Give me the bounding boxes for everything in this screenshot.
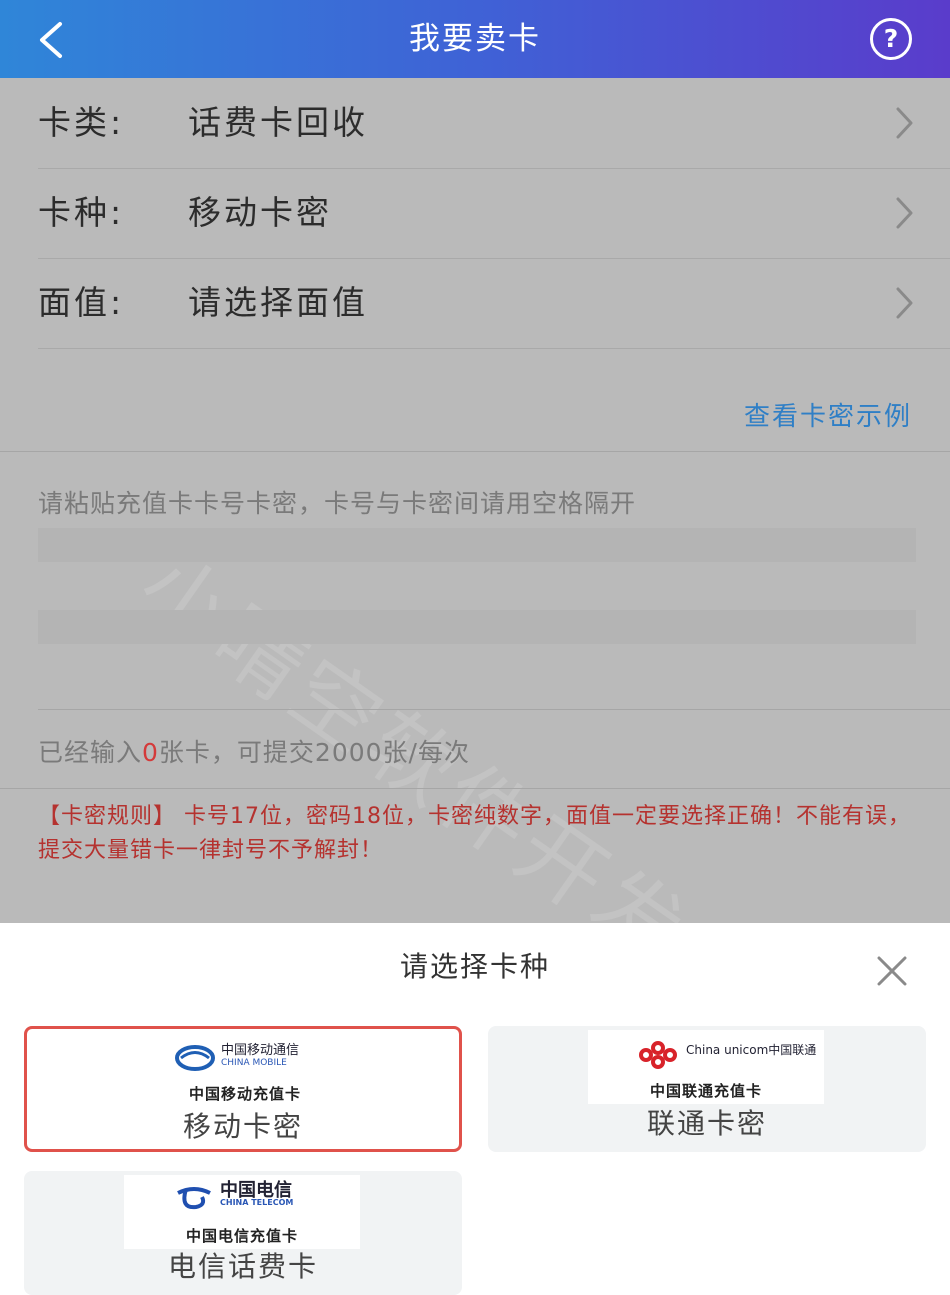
count-value: 0 [142,738,159,767]
card-type-row[interactable]: 卡种: 移动卡密 [38,168,950,259]
face-value-label: 面值: [38,283,125,322]
card-category-row[interactable]: 卡类: 话费卡回收 [38,78,950,169]
china-unicom-logo-icon [639,1041,677,1069]
help-icon[interactable]: ? [870,18,912,60]
chevron-right-icon [896,287,913,319]
face-value-value: 请选择面值 [188,283,368,322]
app-header: 我要卖卡 ? [0,0,950,78]
card-caption: 中国电信充值卡 [185,1227,298,1245]
card-rules-notice: 【卡密规则】 卡号17位，密码18位，卡密纯数字，面值一定要选择正确！不能有误，… [38,804,911,863]
chevron-right-icon [896,107,913,139]
card-type-picker-sheet: 请选择卡种 中国移动通信 CHINA MOBILE 中国移动充值卡 移动卡密 C… [0,923,950,1295]
brand-name-en: CHINA TELECOM [220,1198,294,1207]
card-option-mobile[interactable]: 中国移动通信 CHINA MOBILE 中国移动充值卡 移动卡密 [24,1026,462,1152]
face-value-row[interactable]: 面值: 请选择面值 [38,258,950,349]
paste-placeholder: 请粘贴充值卡卡号卡密，卡号与卡密间请用空格隔开 [38,489,637,518]
view-example-link[interactable]: 查看卡密示例 [744,396,912,433]
card-name: 联通卡密 [646,1107,767,1140]
card-count-status: 已经输入0张卡，可提交2000张/每次 [38,733,470,769]
card-type-value: 移动卡密 [188,193,332,232]
brand-name: China unicom中国联通 [686,1043,817,1057]
brand-name-en: CHINA MOBILE [221,1058,287,1068]
sell-card-form: 小晴空软件开发 卡类: 话费卡回收 卡种: 移动卡密 面值: 请选择面值 查看卡… [0,78,950,987]
sheet-title: 请选择卡种 [399,950,550,983]
card-type-label: 卡种: [38,193,125,232]
card-paste-textarea[interactable]: 请粘贴充值卡卡号卡密，卡号与卡密间请用空格隔开 [38,478,918,708]
card-name: 移动卡密 [182,1110,303,1143]
close-icon[interactable] [876,955,908,987]
card-option-telecom[interactable]: 中国电信 CHINA TELECOM 中国电信充值卡 电信话费卡 [24,1171,462,1295]
divider [38,709,950,710]
divider [0,451,950,452]
card-caption: 中国联通充值卡 [649,1082,762,1100]
count-suffix: 张卡，可提交2000张/每次 [158,738,470,767]
card-caption: 中国移动充值卡 [188,1085,301,1103]
page-title: 我要卖卡 [409,21,541,57]
card-option-unicom[interactable]: China unicom中国联通 中国联通充值卡 联通卡密 [488,1026,926,1152]
count-prefix: 已经输入 [38,738,143,767]
divider [0,788,950,789]
china-mobile-logo: 中国移动通信 CHINA MOBILE 中国移动充值卡 [127,1033,363,1107]
china-telecom-logo-icon [177,1187,211,1210]
card-category-value: 话费卡回收 [188,103,368,142]
brand-name: 中国移动通信 [221,1043,300,1058]
china-telecom-logo: 中国电信 CHINA TELECOM 中国电信充值卡 [124,1175,360,1249]
input-line [38,528,916,562]
china-mobile-logo-icon [175,1045,215,1071]
china-unicom-logo: China unicom中国联通 中国联通充值卡 [588,1030,824,1104]
card-category-label: 卡类: [38,103,125,142]
card-name: 电信话费卡 [167,1250,318,1283]
chevron-right-icon [896,197,913,229]
input-line [38,610,916,644]
